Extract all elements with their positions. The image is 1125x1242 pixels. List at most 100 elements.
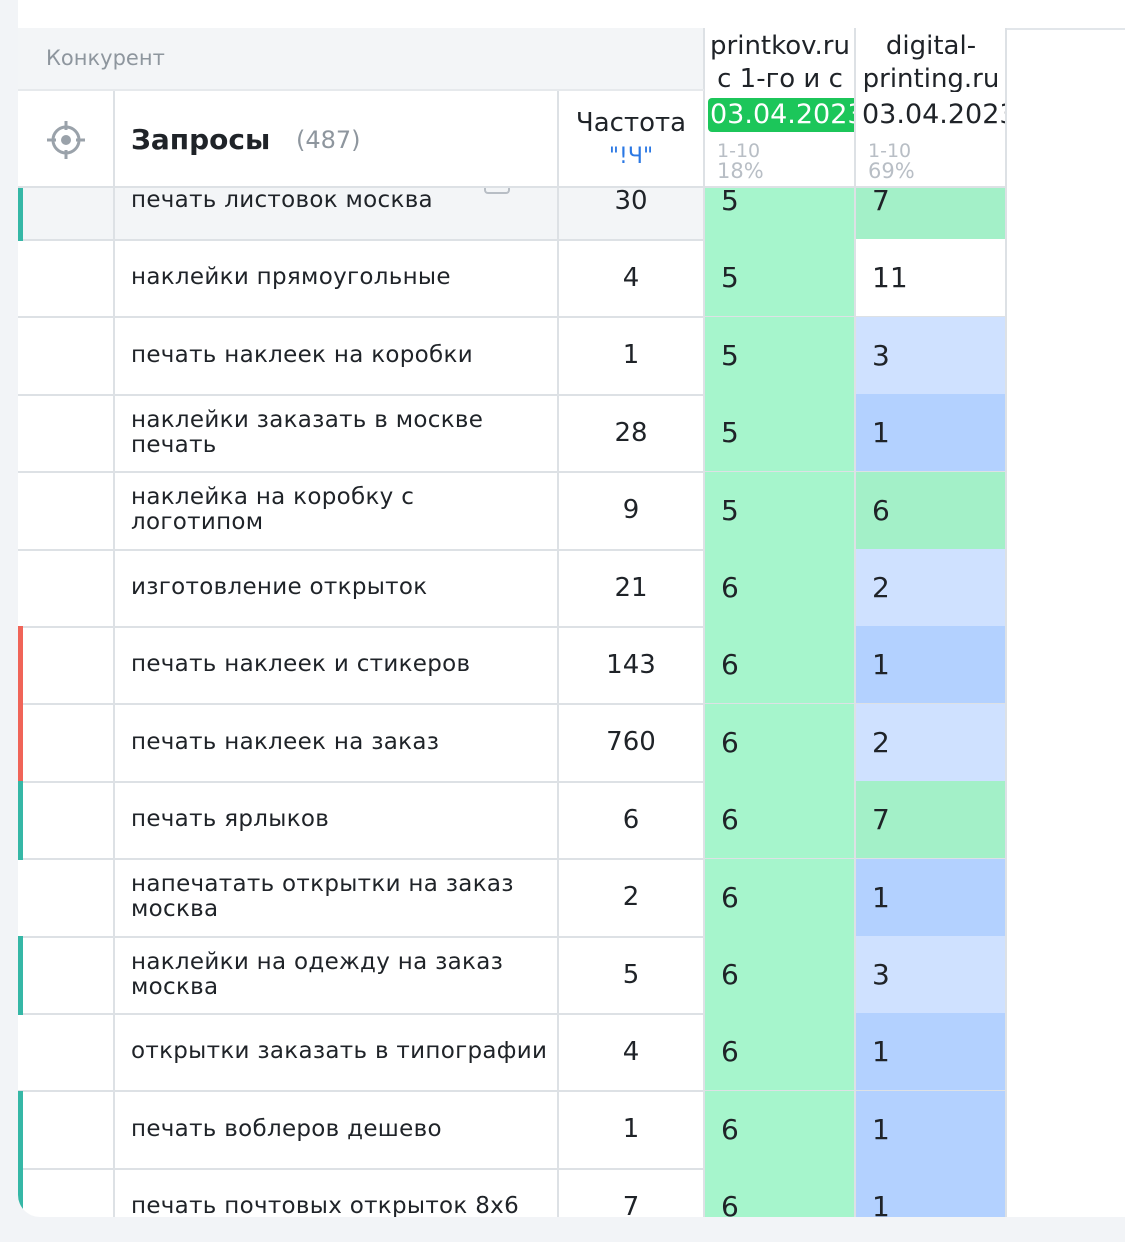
position-cell-competitor-1[interactable]: 6 (705, 626, 855, 704)
frequency-column-title[interactable]: Частота (559, 108, 703, 138)
competitor-label: Конкурент (46, 46, 165, 70)
table-row[interactable]: наклейки заказать в москве печать 28 5 1 (18, 394, 1006, 474)
query-cell[interactable]: печать наклеек и стикеров (131, 626, 551, 703)
table-row[interactable]: печать наклеек на заказ 760 6 2 (18, 703, 1006, 783)
table-row[interactable]: печать наклеек и стикеров 143 6 1 (18, 626, 1006, 706)
position-cell-competitor-2[interactable]: 3 (856, 316, 1006, 394)
row-marker (18, 1090, 23, 1170)
table-row[interactable]: печать почтовых открыток 8х6 7 6 1 (18, 1168, 1006, 1217)
competitor-name[interactable]: digital- printing.ru (856, 30, 1006, 92)
column-divider (854, 28, 856, 1217)
position-cell-competitor-1[interactable]: 6 (705, 1013, 855, 1091)
header-divider (18, 89, 704, 91)
table-row[interactable]: наклейки прямоугольные 4 5 11 (18, 239, 1006, 319)
query-cell[interactable]: печать наклеек на заказ (131, 704, 551, 781)
column-header-row (18, 90, 704, 188)
column-divider (557, 90, 559, 1217)
row-marker (18, 936, 23, 1015)
top-bar (18, 0, 1125, 30)
position-cell-competitor-1[interactable]: 5 (705, 394, 855, 472)
query-cell[interactable]: изготовление открыток (131, 549, 551, 626)
frequency-cell: 4 (622, 262, 640, 293)
position-cell-competitor-2[interactable]: 1 (856, 858, 1006, 936)
position-cell-competitor-2[interactable]: 1 (856, 394, 1006, 472)
position-cell-competitor-1[interactable]: 6 (705, 549, 855, 626)
table-row[interactable]: печать воблеров дешево 1 6 1 (18, 1090, 1006, 1170)
crosshair-icon[interactable] (46, 120, 86, 160)
column-divider (703, 28, 705, 1217)
column-divider (113, 90, 115, 1217)
position-cell-competitor-2[interactable]: 1 (856, 626, 1006, 704)
competitor-percent: 18% (717, 159, 764, 183)
rows-container: печать листовок москва 30 5 7 наклейки прямо… (18, 188, 1125, 1217)
frequency-cell: 30 (614, 188, 648, 216)
frequency-cell: 21 (614, 572, 648, 603)
table-row[interactable]: изготовление открыток 21 6 2 (18, 549, 1006, 628)
column-divider (1005, 28, 1007, 1217)
competitor-header-2[interactable]: digital- printing.ru 03.04.2023 1-10 69% (856, 28, 1006, 188)
query-cell[interactable]: печать наклеек на коробки (131, 317, 551, 394)
row-marker (18, 626, 23, 706)
table-row[interactable]: напечатать открытки на заказ москва 2 6 1 (18, 858, 1006, 938)
position-cell-competitor-1[interactable]: 5 (705, 471, 855, 549)
frequency-cell: 1 (622, 340, 640, 371)
queries-column-title[interactable]: Запросы (131, 123, 270, 156)
table-row[interactable]: печать наклеек на коробки 1 5 3 (18, 316, 1006, 396)
position-cell-competitor-1[interactable]: 5 (705, 239, 855, 317)
frequency-cell: 2 (622, 882, 640, 913)
query-cell[interactable]: наклейки заказать в москве печать (131, 394, 551, 471)
position-cell-competitor-2[interactable]: 2 (856, 703, 1006, 781)
frequency-cell: 9 (622, 495, 640, 526)
position-cell-competitor-1[interactable]: 5 (705, 316, 855, 394)
frequency-cell: 7 (622, 1191, 640, 1217)
position-cell-competitor-2[interactable]: 7 (856, 781, 1006, 859)
frequency-cell: 4 (622, 1036, 640, 1067)
position-cell-competitor-2[interactable]: 7 (856, 188, 1006, 239)
competitor-date-badge: 03.04.2023 (708, 98, 855, 132)
frequency-cell: 1 (622, 1114, 640, 1145)
position-cell-competitor-1[interactable]: 6 (705, 936, 855, 1013)
frequency-cell: 6 (622, 804, 640, 835)
frequency-mode-link[interactable]: "!Ч" (559, 144, 703, 169)
query-cell[interactable]: печать почтовых открыток 8х6 (131, 1168, 551, 1217)
position-cell-competitor-2[interactable]: 1 (856, 1090, 1006, 1168)
row-marker (18, 781, 23, 861)
competitor-percent: 69% (868, 159, 915, 183)
table-row[interactable]: печать ярлыков 6 6 7 (18, 781, 1006, 861)
query-cell[interactable]: наклейки прямоугольные (131, 239, 551, 316)
table-row[interactable]: наклейка на коробку с логотипом 9 5 6 (18, 471, 1006, 551)
competitor-name[interactable]: printkov.ru с 1-го и с (705, 30, 855, 92)
frequency-cell: 760 (606, 727, 656, 758)
position-cell-competitor-1[interactable]: 6 (705, 703, 855, 781)
row-marker (18, 188, 23, 241)
position-cell-competitor-2[interactable]: 11 (856, 239, 1006, 317)
position-cell-competitor-2[interactable]: 6 (856, 471, 1006, 549)
query-cell[interactable]: наклейки на одежду на заказ москва (131, 936, 551, 1013)
position-cell-competitor-1[interactable]: 6 (705, 1168, 855, 1217)
position-cell-competitor-1[interactable]: 6 (705, 858, 855, 936)
position-cell-competitor-1[interactable]: 5 (705, 188, 855, 239)
query-cell[interactable]: печать ярлыков (131, 781, 551, 858)
position-cell-competitor-1[interactable]: 6 (705, 781, 855, 859)
query-cell[interactable]: открытки заказать в типографии (131, 1013, 551, 1090)
position-cell-competitor-2[interactable]: 3 (856, 936, 1006, 1013)
position-cell-competitor-2[interactable]: 2 (856, 549, 1006, 626)
position-cell-competitor-1[interactable]: 6 (705, 1090, 855, 1168)
row-marker (18, 1168, 23, 1217)
row-marker (18, 703, 23, 783)
header-divider (18, 186, 1006, 188)
query-cell[interactable]: печать листовок москва (131, 188, 551, 239)
table-row[interactable]: печать листовок москва 30 5 7 (18, 188, 1006, 241)
frequency-cell: 143 (606, 649, 656, 680)
competitor-header-1[interactable]: printkov.ru с 1-го и с 03.04.2023 1-10 1… (705, 28, 855, 188)
rank-table-panel: Конкурент Запросы (487) Частота "!Ч" pri… (18, 0, 1125, 1217)
position-cell-competitor-2[interactable]: 1 (856, 1168, 1006, 1217)
position-cell-competitor-2[interactable]: 1 (856, 1013, 1006, 1091)
table-row[interactable]: наклейки на одежду на заказ москва 5 6 3 (18, 936, 1006, 1015)
table-row[interactable]: открытки заказать в типографии 4 6 1 (18, 1013, 1006, 1093)
frequency-cell: 28 (614, 417, 648, 448)
query-cell[interactable]: напечатать открытки на заказ москва (131, 859, 551, 936)
frequency-cell: 5 (622, 959, 640, 990)
query-cell[interactable]: печать воблеров дешево (131, 1091, 551, 1168)
query-cell[interactable]: наклейка на коробку с логотипом (131, 472, 551, 549)
